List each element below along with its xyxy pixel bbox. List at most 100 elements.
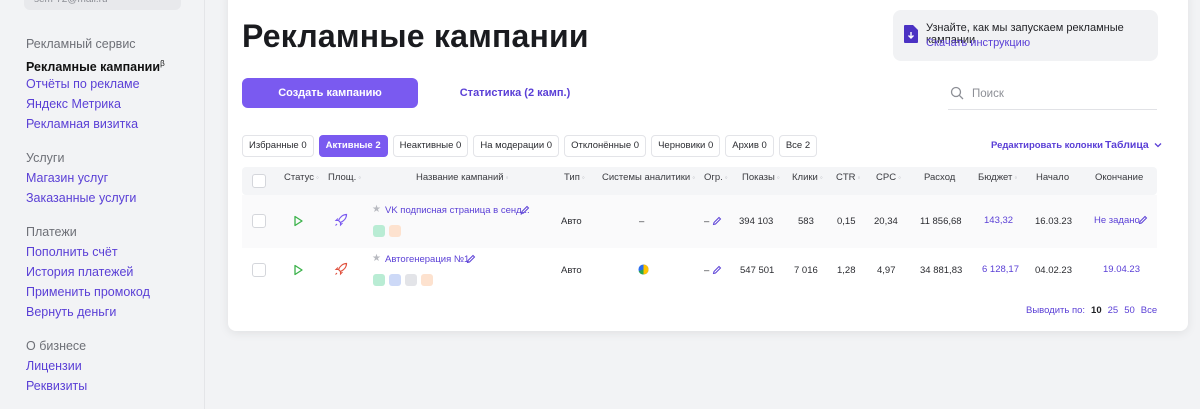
page-size-all[interactable]: Все <box>1141 305 1157 316</box>
play-icon[interactable] <box>292 215 304 227</box>
view-mode-dropdown[interactable]: Таблица <box>1105 139 1162 151</box>
start-date: 04.02.23 <box>1035 265 1072 276</box>
page-size-10[interactable]: 10 <box>1091 305 1102 316</box>
sidebar-item-reports[interactable]: Отчёты по рекламе <box>26 74 165 94</box>
account-field[interactable]: sem-72@mail.ru <box>24 0 181 10</box>
sidebar: sem-72@mail.ru Рекламный сервис Рекламны… <box>0 0 205 409</box>
rocket-icon <box>334 213 348 227</box>
search-input[interactable] <box>972 83 1152 105</box>
sidebar-group-title: Услуги <box>26 151 65 165</box>
col-platform[interactable]: Площ. ◦ <box>328 172 361 183</box>
tag-icon <box>373 225 385 237</box>
star-icon[interactable]: ★ <box>372 253 381 264</box>
col-spend[interactable]: Расход <box>924 172 955 183</box>
tab-all[interactable]: Все 2 <box>778 135 818 157</box>
col-cpc[interactable]: CPC ◦ <box>876 172 901 183</box>
sidebar-item-campaigns[interactable]: Рекламные кампанииβ <box>26 54 165 74</box>
search-box <box>948 78 1157 110</box>
sidebar-item-licenses[interactable]: Лицензии <box>26 356 87 376</box>
col-name[interactable]: Название кампаний ◦ <box>416 172 508 183</box>
row-checkbox[interactable] <box>252 214 266 228</box>
tab-inactive[interactable]: Неактивные 0 <box>392 135 469 157</box>
col-budget[interactable]: Бюджет ◦ <box>978 172 1017 183</box>
sidebar-item-metrika[interactable]: Яндекс Метрика <box>26 94 165 114</box>
sort-icon: ◦ <box>898 173 901 182</box>
page-size-25[interactable]: 25 <box>1108 305 1119 316</box>
tab-archive[interactable]: Архив 0 <box>725 135 774 157</box>
sidebar-group-title: Платежи <box>26 225 77 239</box>
play-icon[interactable] <box>292 264 304 276</box>
edit-limit-icon[interactable] <box>712 216 722 226</box>
sort-icon: ◦ <box>692 173 696 182</box>
sidebar-item-service-shop[interactable]: Магазин услуг <box>26 168 136 188</box>
sidebar-group-payments: Платежи Пополнить счёт История платежей … <box>26 222 150 322</box>
sidebar-group-services: Услуги Магазин услуг Заказанные услуги <box>26 148 136 208</box>
sort-icon: ◦ <box>505 173 509 182</box>
edit-columns-link[interactable]: Редактировать колонки <box>991 140 1103 151</box>
cpc-value: 20,34 <box>874 216 898 227</box>
edit-end-date-icon[interactable] <box>1138 215 1148 225</box>
col-status[interactable]: Статус ◦ <box>284 172 319 183</box>
edit-icon[interactable] <box>520 205 530 215</box>
sidebar-item-ordered-services[interactable]: Заказанные услуги <box>26 188 136 208</box>
campaign-name-link[interactable]: Автогенерация №1 <box>385 254 469 265</box>
campaign-name-link[interactable]: VK подписная страница в сенд... <box>385 205 530 216</box>
tab-active[interactable]: Активные 2 <box>318 135 388 157</box>
table-row[interactable]: ★ VK подписная страница в сенд... Авто –… <box>242 195 1157 248</box>
spend-value: 34 881,83 <box>920 265 963 276</box>
trend-icon <box>389 225 401 237</box>
page-size-50[interactable]: 50 <box>1124 305 1135 316</box>
budget-link[interactable]: 143,32 <box>984 215 1013 226</box>
sidebar-item-requisites[interactable]: Реквизиты <box>26 376 87 396</box>
tab-rejected[interactable]: Отклонённые 0 <box>564 135 647 157</box>
edit-icon[interactable] <box>466 254 476 264</box>
copy-icon <box>389 274 401 286</box>
rocket-icon <box>334 262 348 276</box>
cpc-value: 4,97 <box>877 265 896 276</box>
sidebar-item-refund[interactable]: Вернуть деньги <box>26 302 150 322</box>
star-icon[interactable]: ★ <box>372 204 381 215</box>
table-row[interactable]: ★ Автогенерация №1 Авто – 547 501 7 016 … <box>242 248 1157 296</box>
tab-drafts[interactable]: Черновики 0 <box>651 135 721 157</box>
col-impressions[interactable]: Показы ◦ <box>742 172 780 183</box>
beta-badge: β <box>160 59 165 68</box>
chevron-down-icon <box>1154 143 1162 148</box>
sort-icon: ◦ <box>1014 173 1018 182</box>
document-download-icon <box>904 25 918 43</box>
sidebar-item-top-up[interactable]: Пополнить счёт <box>26 242 150 262</box>
sidebar-item-business-card[interactable]: Рекламная визитка <box>26 114 165 134</box>
tab-favorites[interactable]: Избранные 0 <box>242 135 314 157</box>
sort-icon: ◦ <box>819 173 823 182</box>
sort-icon: ◦ <box>581 173 585 182</box>
clicks-value: 7 016 <box>794 265 818 276</box>
col-type[interactable]: Тип ◦ <box>564 172 585 183</box>
end-date-link[interactable]: 19.04.23 <box>1103 264 1140 275</box>
col-limit[interactable]: Огр. ◦ <box>704 172 728 183</box>
col-start[interactable]: Начало <box>1036 172 1069 183</box>
col-analytics[interactable]: Системы аналитики ◦ <box>602 172 695 183</box>
analytics-value: – <box>639 216 645 227</box>
page-title: Рекламные кампании <box>242 18 589 54</box>
col-ctr[interactable]: CTR ◦ <box>836 172 860 183</box>
statistics-button[interactable]: Статистика (2 камп.) <box>440 78 590 108</box>
impressions-value: 547 501 <box>740 265 775 276</box>
end-date-link[interactable]: Не задано <box>1094 215 1140 226</box>
trend-icon <box>421 274 433 286</box>
download-instruction-link[interactable]: Скачать инструкцию <box>926 37 1030 49</box>
sort-icon: ◦ <box>724 173 728 182</box>
edit-limit-icon[interactable] <box>712 265 722 275</box>
limit-value: – <box>704 216 710 227</box>
sidebar-group-ads: Рекламный сервис Рекламные кампанииβ Отч… <box>26 34 165 134</box>
start-date: 16.03.23 <box>1035 216 1072 227</box>
tab-moderation[interactable]: На модерации 0 <box>473 135 560 157</box>
col-end[interactable]: Окончание <box>1095 172 1143 183</box>
sidebar-item-payment-history[interactable]: История платежей <box>26 262 150 282</box>
sidebar-item-promo[interactable]: Применить промокод <box>26 282 150 302</box>
create-campaign-button[interactable]: Создать кампанию <box>242 78 418 108</box>
row-checkbox[interactable] <box>252 263 266 277</box>
budget-link[interactable]: 6 128,17 <box>982 264 1019 275</box>
table-header: Статус ◦ Площ. ◦ Название кампаний ◦ Тип ◦ С… <box>242 167 1157 195</box>
col-clicks[interactable]: Клики ◦ <box>792 172 823 183</box>
ctr-value: 0,15 <box>837 216 856 227</box>
select-all-checkbox[interactable] <box>252 174 266 188</box>
